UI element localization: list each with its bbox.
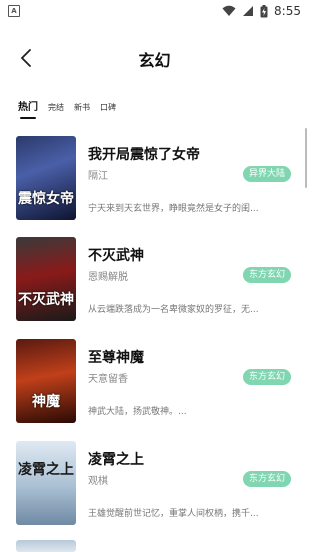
wifi-icon — [222, 5, 236, 16]
genre-badge: 东方玄幻 — [242, 267, 291, 283]
book-description: 从云端跌落成为一名卑微家奴的罗征，无... — [88, 305, 259, 315]
book-cover[interactable]: 不灭武神 — [16, 237, 76, 321]
book-title[interactable]: 我开局震惊了女帝 — [88, 144, 200, 164]
app-notification-icon: A — [8, 5, 20, 17]
book-description: 神武大陆，扬武敬神。... — [88, 407, 187, 417]
cover-title: 震惊女帝 — [18, 191, 74, 207]
book-cover[interactable]: 震惊女帝 — [16, 136, 76, 220]
signal-icon — [243, 6, 254, 16]
genre-badge: 东方玄幻 — [242, 369, 291, 385]
book-cover[interactable] — [16, 540, 76, 552]
book-author: 隔江 — [88, 171, 108, 182]
page-title: 玄幻 — [138, 51, 171, 70]
battery-icon — [260, 4, 268, 17]
book-cover[interactable]: 凌霄之上 — [16, 441, 76, 525]
tab-hot[interactable]: 热门 — [18, 98, 38, 119]
list-item[interactable]: 不灭武神 不灭武神 恩赐解脱 东方玄幻 从云端跌落成为一名卑微家奴的罗征，无..… — [0, 225, 309, 321]
book-author: 恩赐解脱 — [88, 272, 128, 283]
category-tabs: 热门 完结 新书 口碑 — [18, 97, 126, 119]
top-bar: 玄幻 — [0, 38, 309, 78]
cover-title: 凌霄之上 — [18, 462, 74, 478]
book-title[interactable]: 至尊神魔 — [88, 347, 144, 367]
genre-badge: 东方玄幻 — [242, 471, 291, 487]
book-cover[interactable]: 神魔 — [16, 339, 76, 423]
book-description: 王雄觉醒前世记忆，重掌人间权柄，携千... — [88, 509, 259, 519]
book-author: 天意留香 — [88, 374, 128, 385]
book-description: 宁天来到天玄世界，睁眼竟然是女子的闺... — [88, 204, 259, 214]
genre-badge: 异界大陆 — [242, 166, 291, 182]
cover-title: 不灭武神 — [18, 292, 74, 308]
tab-new[interactable]: 新书 — [74, 102, 90, 119]
tab-completed[interactable]: 完结 — [48, 102, 64, 119]
status-bar: A 8:55 — [0, 0, 309, 22]
cover-title: 神魔 — [32, 394, 60, 410]
status-time: 8:55 — [274, 4, 301, 18]
book-title[interactable]: 凌霄之上 — [88, 449, 144, 469]
list-item[interactable]: 震惊女帝 我开局震惊了女帝 隔江 异界大陆 宁天来到天玄世界，睁眼竟然是女子的闺… — [0, 124, 309, 220]
list-item[interactable]: 凌霄之上 凌霄之上 观棋 东方玄幻 王雄觉醒前世记忆，重掌人间权柄，携千... — [0, 429, 309, 525]
tab-reputation[interactable]: 口碑 — [100, 102, 116, 119]
list-item[interactable]: 神魔 至尊神魔 天意留香 东方玄幻 神武大陆，扬武敬神。... — [0, 327, 309, 423]
book-title[interactable]: 不灭武神 — [88, 245, 144, 265]
book-author: 观棋 — [88, 476, 108, 487]
